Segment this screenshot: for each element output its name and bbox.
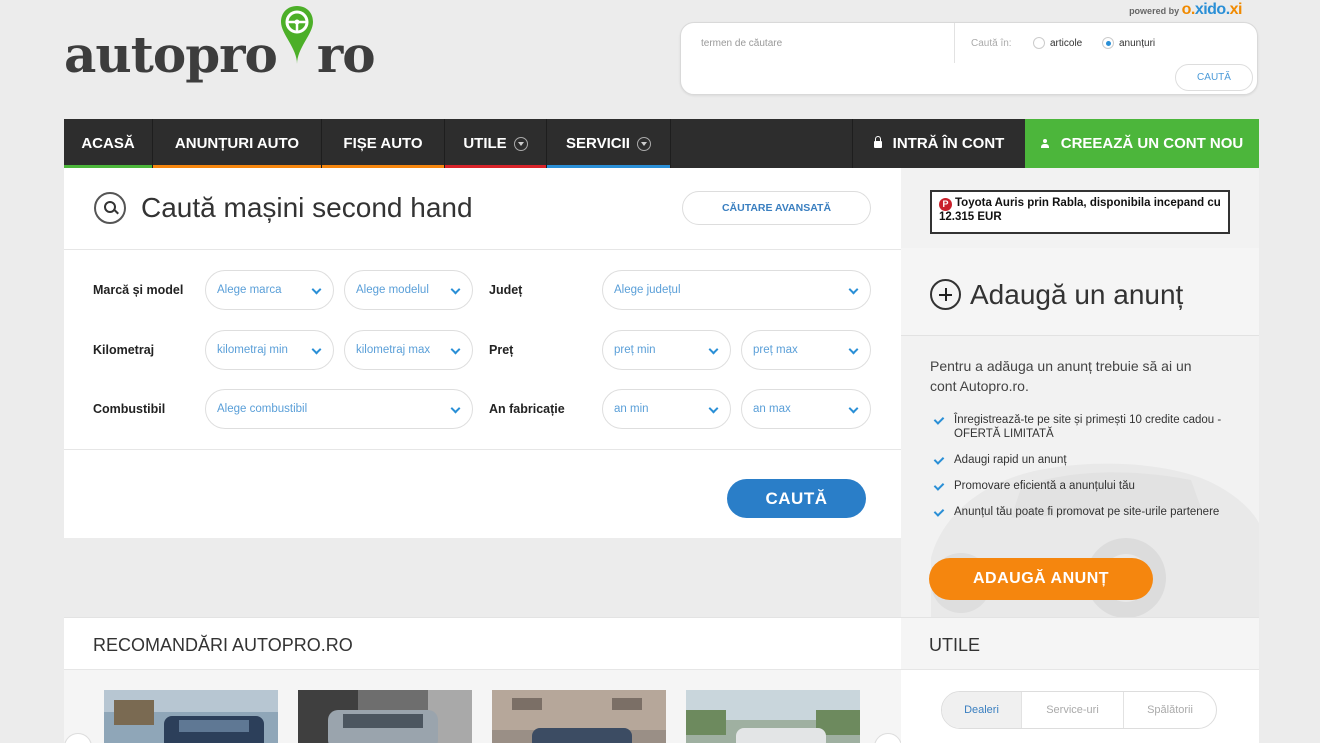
main-nav: ACASĂ ANUNȚURI AUTO FIȘE AUTO UTILE SERV… xyxy=(64,119,1259,168)
tab-dealeri[interactable]: Dealeri xyxy=(942,692,1022,728)
panel-title: Caută mașini second hand xyxy=(141,192,473,223)
label-year: An fabricație xyxy=(489,402,565,416)
utile-tabs: Dealeri Service-uri Spălătorii xyxy=(941,691,1217,729)
car-search-panel: Caută mașini second hand CĂUTARE AVANSAT… xyxy=(64,168,901,538)
benefit-item: Adaugi rapid un anunț xyxy=(930,453,1240,467)
label-county: Județ xyxy=(489,283,523,297)
benefit-item: Înregistrează-te pe site și primești 10 … xyxy=(930,413,1240,441)
select-county[interactable]: Alege județul xyxy=(602,270,871,310)
panel-divider xyxy=(64,449,901,450)
label-price: Preț xyxy=(489,343,514,357)
panel-header: Caută mașini second hand CĂUTARE AVANSAT… xyxy=(64,168,901,250)
search-submit-button[interactable]: CAUTĂ xyxy=(727,479,866,518)
promo-banner[interactable]: P Toyota Auris prin Rabla, disponibila in… xyxy=(930,190,1230,234)
add-listing-header: Adaugă un anunț xyxy=(901,248,1259,336)
car-thumbnail[interactable] xyxy=(686,690,860,743)
chevron-down-icon xyxy=(636,136,651,151)
search-button[interactable]: CAUTĂ xyxy=(1175,64,1253,91)
select-year-min[interactable]: an min xyxy=(602,389,731,429)
radio-dot xyxy=(1033,37,1045,49)
recommendations-title: RECOMANDĂRI AUTOPRO.RO xyxy=(93,635,353,655)
select-km-max[interactable]: kilometraj max xyxy=(344,330,473,370)
tab-spalatorii[interactable]: Spălătorii xyxy=(1124,692,1216,728)
utile-header: UTILE xyxy=(901,617,1259,670)
benefits-list: Înregistrează-te pe site și primești 10 … xyxy=(930,413,1240,531)
label-km: Kilometraj xyxy=(93,343,155,357)
chevron-down-icon xyxy=(850,286,858,294)
tab-service-uri[interactable]: Service-uri xyxy=(1022,692,1124,728)
add-listing-button[interactable]: ADAUGĂ ANUNȚ xyxy=(929,558,1153,600)
carousel-next-icon[interactable] xyxy=(874,733,901,743)
chevron-down-icon xyxy=(313,286,321,294)
label-fuel: Combustibil xyxy=(93,402,166,416)
powered-by-label: powered by xyxy=(1129,6,1180,16)
chevron-down-icon xyxy=(452,405,460,413)
chevron-down-icon xyxy=(452,346,460,354)
nav-item-utile[interactable]: UTILE xyxy=(445,119,547,168)
search-input[interactable]: termen de căutare xyxy=(701,38,782,49)
chevron-down-icon xyxy=(313,346,321,354)
steering-pin-icon xyxy=(279,4,315,66)
select-fuel[interactable]: Alege combustibil xyxy=(205,389,473,429)
sidebar-add-listing: P Toyota Auris prin Rabla, disponibila in… xyxy=(901,168,1259,617)
car-thumbnail[interactable] xyxy=(492,690,666,743)
advanced-search-button[interactable]: CĂUTARE AVANSATĂ xyxy=(682,191,871,225)
login-link[interactable]: INTRĂ ÎN CONT xyxy=(852,119,1025,168)
label-brand-model: Marcă și model xyxy=(93,283,184,297)
radio-anunturi[interactable]: anunțuri xyxy=(1102,37,1155,49)
search-scope-label: Caută în: xyxy=(971,38,1012,49)
chevron-down-icon xyxy=(850,405,858,413)
select-km-min[interactable]: kilometraj min xyxy=(205,330,334,370)
chevron-down-icon xyxy=(710,405,718,413)
select-year-max[interactable]: an max xyxy=(741,389,871,429)
utile-title: UTILE xyxy=(929,635,981,655)
search-icon xyxy=(94,192,126,224)
recommendations-carousel xyxy=(64,670,901,743)
utile-panel: Dealeri Service-uri Spălătorii xyxy=(901,670,1259,743)
register-button[interactable]: CREEAZĂ UN CONT NOU xyxy=(1025,119,1259,168)
nav-item-acasa[interactable]: ACASĂ xyxy=(64,119,153,168)
nav-item-servicii[interactable]: SERVICII xyxy=(547,119,671,168)
radio-dot-selected xyxy=(1102,37,1114,49)
benefit-item: Anunțul tău poate fi promovat pe site-ur… xyxy=(930,505,1240,519)
chevron-down-icon xyxy=(452,286,460,294)
powered-by[interactable]: powered by o.xido.xi xyxy=(1129,1,1242,19)
logo-text-main: autopro xyxy=(64,25,278,84)
select-model[interactable]: Alege modelul xyxy=(344,270,473,310)
logo-text-ro: ro xyxy=(316,25,376,84)
add-listing-title: Adaugă un anunț xyxy=(970,279,1184,310)
site-search-box: termen de căutare Caută în: articole anu… xyxy=(680,22,1258,95)
add-listing-description: Pentru a adăuga un anunț trebuie să ai u… xyxy=(930,358,1192,394)
search-divider xyxy=(954,23,955,63)
nav-item-anunturi-auto[interactable]: ANUNȚURI AUTO xyxy=(153,119,322,168)
carousel-prev-icon[interactable] xyxy=(64,733,92,743)
nav-item-fise-auto[interactable]: FIȘE AUTO xyxy=(322,119,445,168)
plus-icon xyxy=(930,279,961,310)
chevron-down-icon xyxy=(850,346,858,354)
radio-articole[interactable]: articole xyxy=(1033,37,1082,49)
user-icon xyxy=(1040,139,1049,148)
select-price-max[interactable]: preț max xyxy=(741,330,871,370)
oxidoxi-logo: o.xido.xi xyxy=(1181,1,1243,18)
select-brand[interactable]: Alege marca xyxy=(205,270,334,310)
car-thumbnail[interactable] xyxy=(104,690,278,743)
lock-icon xyxy=(873,136,882,148)
chevron-down-icon xyxy=(710,346,718,354)
car-thumbnail[interactable] xyxy=(298,690,472,743)
recommendations-header: RECOMANDĂRI AUTOPRO.RO xyxy=(64,617,901,670)
site-logo[interactable]: autopro ro xyxy=(64,4,376,84)
promo-p-icon: P xyxy=(939,198,952,211)
chevron-down-icon xyxy=(513,136,528,151)
select-price-min[interactable]: preț min xyxy=(602,330,731,370)
benefit-item: Promovare eficientă a anunțului tău xyxy=(930,479,1240,493)
